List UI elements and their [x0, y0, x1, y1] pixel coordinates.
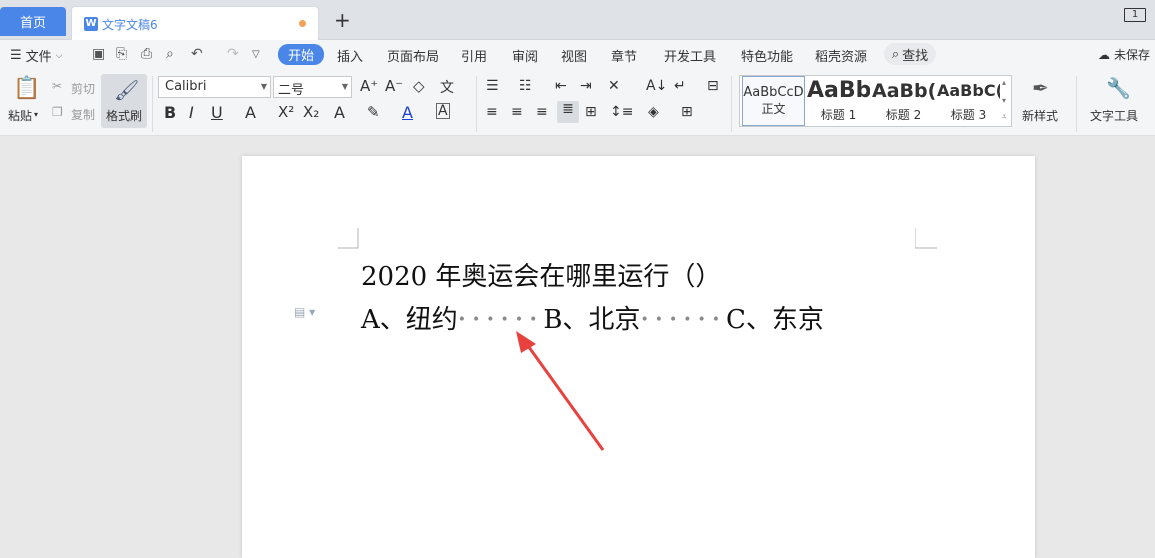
annotation-arrow-head: [516, 331, 536, 353]
annotation-arrow-shaft: [524, 342, 605, 451]
annotation-arrow-layer: [516, 331, 605, 451]
